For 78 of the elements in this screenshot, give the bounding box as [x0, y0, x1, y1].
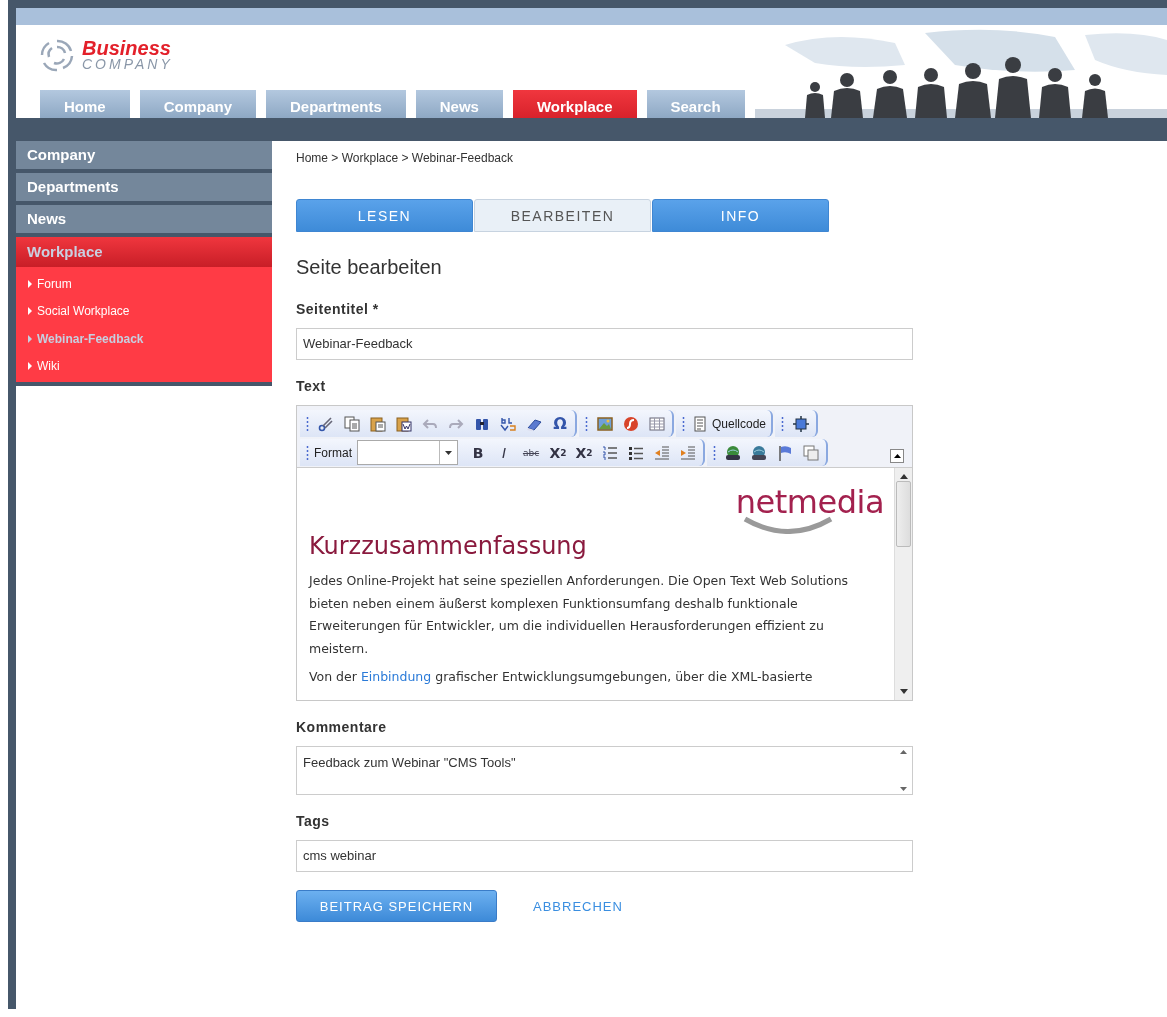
strikethrough-button[interactable]: abc [518, 441, 544, 464]
format-label: Format [314, 445, 352, 460]
italic-button[interactable]: I [492, 441, 516, 464]
arrow-icon [28, 362, 32, 371]
comment-field[interactable]: Feedback zum Webinar "CMS Tools" [296, 746, 913, 795]
nav-tab[interactable]: Search [646, 90, 745, 118]
caret-icon [893, 454, 901, 458]
paste-word-icon [396, 415, 412, 432]
scrollbar-thumb[interactable] [896, 481, 911, 547]
special-character-button[interactable]: Ω [548, 412, 572, 435]
arrow-icon [28, 279, 32, 288]
superscript-button[interactable]: X$^{2}$ [572, 441, 596, 464]
swirl-icon [38, 37, 76, 73]
document-icon [692, 415, 708, 432]
outdent-icon [654, 444, 670, 461]
grip-icon [306, 444, 309, 461]
grip-icon [781, 415, 785, 432]
sidebar-item[interactable]: Departments [16, 173, 272, 201]
indent-icon [680, 444, 696, 461]
smile-icon [742, 516, 834, 534]
cancel-link[interactable]: ABBRECHEN [533, 898, 623, 914]
nav-tab[interactable]: Departments [266, 90, 406, 118]
sidebar-item[interactable]: Workplace [16, 237, 272, 267]
grip-icon [713, 444, 716, 461]
up-arrow-icon [900, 750, 907, 754]
table-icon [649, 415, 665, 432]
breadcrumb: Home > Workplace > Webinar-Feedback [296, 151, 514, 165]
collapse-button[interactable] [890, 449, 904, 463]
tab[interactable]: BEARBEITEN [474, 199, 651, 232]
nav-tab[interactable]: News [415, 90, 503, 118]
bold-button[interactable]: B [466, 441, 490, 464]
sidebar-item[interactable]: News [16, 205, 272, 233]
grip-icon [585, 415, 588, 432]
page-heading: Seite bearbeiten [296, 256, 443, 279]
image-icon [597, 415, 613, 432]
field-label: Tags [296, 813, 330, 829]
sidebar-subitem[interactable]: Wiki [37, 359, 60, 374]
logo-subtitle: COMPANY [82, 57, 173, 71]
paste-icon [370, 415, 386, 432]
content-paragraph: Von der Einbindung grafischer Entwicklungsumgebungen, über die XML-basierte [309, 668, 814, 686]
sidebar-subitem[interactable]: Social Workplace [37, 304, 130, 319]
numbered-list-icon [602, 444, 618, 461]
down-arrow-icon [900, 787, 907, 791]
tags-field[interactable]: cms webinar [296, 840, 913, 872]
sidebar-item[interactable]: Company [16, 141, 272, 169]
field-label: Text [296, 378, 326, 394]
arrow-icon [28, 334, 32, 343]
logo-text: netmedia [735, 486, 884, 518]
nav-tab[interactable]: Home [40, 90, 130, 118]
sidebar-subitem[interactable]: Webinar-Feedback [37, 331, 144, 346]
format-dropdown[interactable] [357, 440, 458, 465]
grip-icon [682, 415, 685, 432]
scrollbar[interactable] [894, 468, 912, 700]
arrow-icon [28, 307, 32, 316]
tab[interactable]: INFO [652, 199, 829, 232]
content-heading: Kurzzusammenfassung [309, 532, 587, 560]
save-button[interactable]: BEITRAG SPEICHERN [296, 890, 497, 922]
sidebar-subitem[interactable]: Forum [37, 276, 72, 291]
field-label: Kommentare [296, 719, 387, 735]
maximize-icon [793, 415, 810, 432]
copy-icon [344, 415, 360, 432]
up-arrow-icon [899, 474, 908, 479]
logo-name: Business [82, 39, 172, 57]
field-label: Seitentitel * [296, 301, 379, 317]
down-arrow-icon [899, 689, 908, 694]
bulleted-list-icon [628, 444, 644, 461]
grip-icon [306, 415, 309, 432]
tab[interactable]: LESEN [296, 199, 473, 232]
scissors-icon [318, 415, 334, 432]
flag-icon [777, 444, 793, 461]
nav-tab[interactable]: Company [139, 90, 257, 118]
nav-tab[interactable]: Workplace [512, 90, 637, 118]
content-paragraph: Jedes Online-Projekt hat seine speziellen Anforderungen. Die Open Text Web Solutions bieten neben einem äußerst komplexen Funktionsumfang deshalb funktionale Erweiterungen für Entwickler, um die individuellen Herausforderungen effizient zu meistern. [309, 572, 850, 658]
caret-icon [445, 450, 452, 455]
link[interactable]: Einbindung [360, 669, 432, 684]
overlay-icon [803, 444, 819, 461]
title-field[interactable]: Webinar-Feedback [296, 328, 913, 360]
flash-icon [623, 415, 639, 432]
